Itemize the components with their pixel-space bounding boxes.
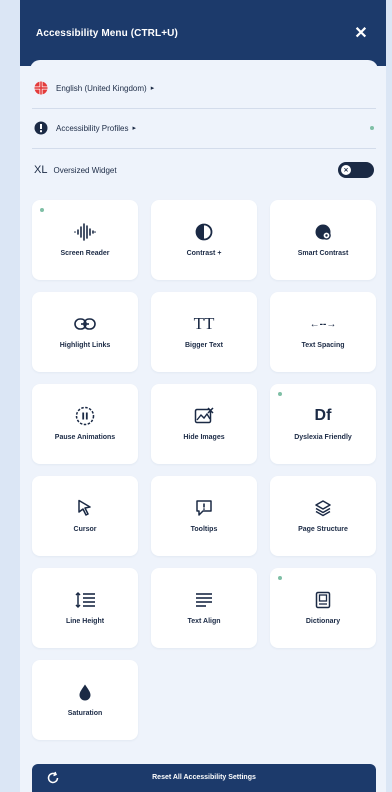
tile-label: Cursor [73, 526, 97, 533]
tile-contrast[interactable]: Contrast + [151, 200, 257, 280]
drop-icon [32, 680, 138, 704]
tile-label: Dyslexia Friendly [294, 434, 352, 441]
cursor-icon [32, 496, 138, 520]
reset-all-button[interactable]: Reset All Accessibility Settings [32, 764, 376, 792]
tile-tooltips[interactable]: Tooltips [151, 476, 257, 556]
hide-image-icon [151, 404, 257, 428]
tile-label: Saturation [67, 710, 103, 717]
tile-text-align[interactable]: Text Align [151, 568, 257, 648]
profiles-icon [34, 121, 48, 135]
panel-title: Accessibility Menu (CTRL+U) [36, 28, 178, 39]
tile-label: Hide Images [183, 434, 225, 441]
tile-bigger-text[interactable]: TT Bigger Text [151, 292, 257, 372]
reset-all-label: Reset All Accessibility Settings [152, 774, 256, 781]
tile-highlight-links[interactable]: Highlight Links [32, 292, 138, 372]
tile-dyslexia-friendly[interactable]: Df Dyslexia Friendly [270, 384, 376, 464]
tile-page-structure[interactable]: Page Structure [270, 476, 376, 556]
tile-label: Text Align [187, 618, 221, 625]
accessibility-panel: Accessibility Menu (CTRL+U) ✕ English (U… [20, 0, 386, 792]
link-icon [32, 312, 138, 336]
tile-label: Highlight Links [59, 342, 111, 349]
tile-text-spacing[interactable]: ←--→ Text Spacing [270, 292, 376, 372]
tile-label: Contrast + [186, 250, 222, 257]
tile-dictionary[interactable]: Dictionary [270, 568, 376, 648]
chevron-right-icon: ▸ [150, 85, 155, 92]
panel-body: English (United Kingdom) ▸ Accessibility… [30, 60, 378, 792]
smart-contrast-icon [270, 220, 376, 244]
oversized-widget-label: Oversized Widget [53, 165, 117, 175]
tile-hide-images[interactable]: Hide Images [151, 384, 257, 464]
tile-pause-animations[interactable]: Pause Animations [32, 384, 138, 464]
text-align-icon [151, 588, 257, 612]
tile-label: Bigger Text [185, 342, 223, 349]
tile-label: Line Height [65, 618, 105, 625]
text-spacing-icon: ←--→ [309, 318, 337, 330]
chevron-right-icon: ▸ [132, 125, 136, 132]
tooltip-icon [151, 496, 257, 520]
tile-label: Text Spacing [301, 342, 345, 349]
text-size-icon: TT [193, 314, 215, 333]
tile-label: Page Structure [298, 526, 348, 533]
close-icon[interactable]: ✕ [350, 22, 372, 44]
oversized-widget-toggle[interactable]: ✕ [338, 162, 374, 178]
language-selector[interactable]: English (United Kingdom) ▸ [32, 70, 376, 106]
tile-screen-reader[interactable]: Screen Reader [32, 200, 138, 280]
profiles-label: Accessibility Profiles [56, 123, 129, 133]
dyslexia-font-icon: Df [314, 407, 332, 424]
line-height-icon [32, 588, 138, 612]
tile-label: Tooltips [190, 526, 218, 533]
contrast-icon [151, 220, 257, 244]
language-label: English (United Kingdom) [56, 83, 147, 93]
active-indicator-dot [278, 576, 282, 580]
layers-icon [270, 496, 376, 520]
dictionary-icon [270, 588, 376, 612]
tile-label: Screen Reader [60, 250, 110, 257]
tile-label: Dictionary [305, 618, 341, 625]
tile-saturation[interactable]: Saturation [32, 660, 138, 740]
tile-cursor[interactable]: Cursor [32, 476, 138, 556]
pause-icon [32, 404, 138, 428]
toggle-knob: ✕ [341, 165, 351, 175]
tile-label: Pause Animations [54, 434, 116, 441]
tile-label: Smart Contrast [297, 250, 349, 257]
divider [32, 148, 376, 149]
divider [32, 108, 376, 109]
active-indicator-dot [278, 392, 282, 396]
close-icon: ✕ [343, 167, 349, 174]
uk-flag-icon [34, 81, 48, 95]
panel-header: Accessibility Menu (CTRL+U) ✕ [20, 0, 386, 66]
oversized-widget-row: XL Oversized Widget ✕ [32, 152, 376, 188]
accessibility-profiles[interactable]: Accessibility Profiles ▸ [32, 110, 376, 146]
audio-waveform-icon [32, 220, 138, 244]
tile-smart-contrast[interactable]: Smart Contrast [270, 200, 376, 280]
active-indicator-dot [40, 208, 44, 212]
indicator-dot [370, 126, 374, 130]
xl-icon: XL [34, 164, 48, 176]
tile-line-height[interactable]: Line Height [32, 568, 138, 648]
